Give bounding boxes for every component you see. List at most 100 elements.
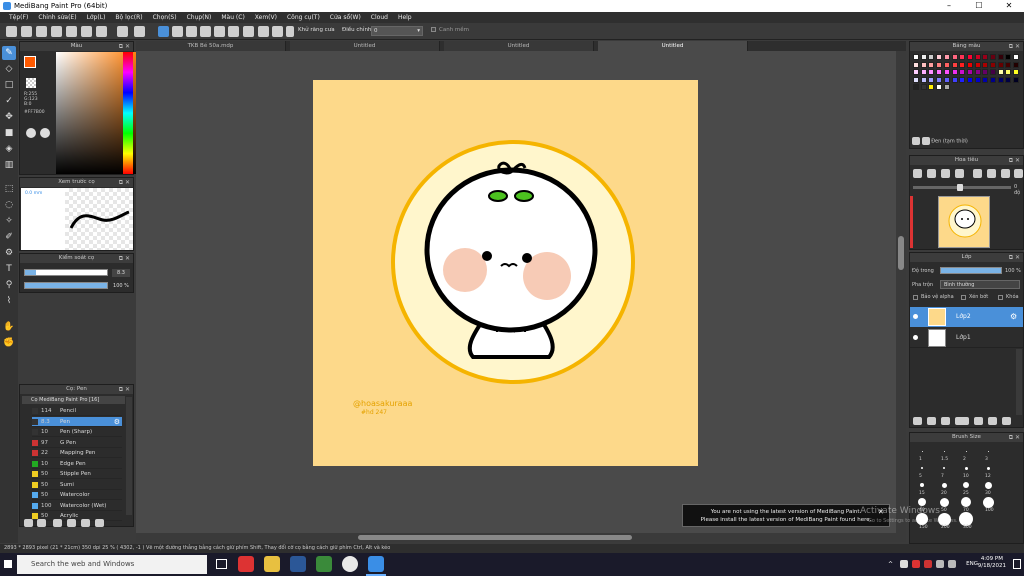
transparent-color-swatch[interactable] xyxy=(26,78,36,88)
palette-swatch[interactable] xyxy=(920,76,927,83)
palette-swatch[interactable] xyxy=(1005,61,1012,68)
new-file-icon[interactable] xyxy=(6,26,17,37)
palette-swatch[interactable] xyxy=(943,84,950,90)
brush-size-preset[interactable] xyxy=(986,466,990,470)
layer-row-lop2[interactable]: Lớp2 ⚙ xyxy=(910,307,1023,327)
delete-layer-icon[interactable] xyxy=(1002,417,1011,425)
palette-swatch[interactable] xyxy=(936,61,943,68)
navigator-thumbnail[interactable] xyxy=(938,196,990,248)
palette-swatch[interactable] xyxy=(913,76,919,83)
palette-swatch[interactable] xyxy=(982,54,989,60)
fill-tool-icon[interactable]: ◈ xyxy=(2,142,16,156)
brush-size-preset[interactable] xyxy=(921,467,923,469)
brush-size-preset[interactable] xyxy=(987,450,989,452)
horizontal-scroll-thumb[interactable] xyxy=(358,535,632,540)
menu-filter[interactable]: Bộ lọc(R) xyxy=(110,12,147,23)
palette-swatch[interactable] xyxy=(920,54,927,60)
pen-tool-icon[interactable]: ✎ xyxy=(2,46,16,60)
network-icon[interactable] xyxy=(936,560,944,568)
text-tool-icon[interactable]: T xyxy=(2,262,16,276)
menu-select[interactable]: Chọn(S) xyxy=(148,12,182,23)
taskbar-search-input[interactable]: Search the web and Windows xyxy=(17,555,207,574)
menu-view[interactable]: Xem(V) xyxy=(250,12,282,23)
snap-off-icon[interactable] xyxy=(158,26,169,37)
share-icon[interactable] xyxy=(66,26,77,37)
dot-tool-icon[interactable]: □ xyxy=(2,78,16,92)
color-wheel-icon[interactable] xyxy=(26,128,36,138)
tray-app-3-icon[interactable] xyxy=(924,560,932,568)
lasso-select-icon[interactable]: ◌ xyxy=(2,198,16,212)
foreground-color-swatch[interactable] xyxy=(24,56,36,68)
taskbar-app-red-icon[interactable] xyxy=(238,556,254,572)
palette-swatch[interactable] xyxy=(990,76,996,83)
visibility-eye-icon[interactable] xyxy=(913,335,918,340)
palette-swatch[interactable] xyxy=(966,76,973,83)
brush-size-preset[interactable] xyxy=(959,512,973,526)
brush-duplicate-icon[interactable] xyxy=(81,519,90,527)
snap-curve-icon[interactable] xyxy=(243,26,254,37)
tab-untitled-3[interactable]: Untitled xyxy=(598,41,748,51)
blend-mode-dropdown[interactable]: Bình thường xyxy=(940,280,1020,289)
palette-swatch[interactable] xyxy=(966,69,973,75)
palette-swatch[interactable] xyxy=(936,76,943,83)
brush-settings-icon[interactable] xyxy=(37,519,46,527)
magic-wand-icon[interactable]: ✧ xyxy=(2,214,16,228)
palette-swatch[interactable] xyxy=(974,69,981,75)
menu-layer[interactable]: Lớp(L) xyxy=(82,12,111,23)
palette-swatch[interactable] xyxy=(1013,76,1020,83)
brush-group-header[interactable]: Cọ MediBang Paint Pro [16] xyxy=(22,396,125,404)
tab-tkb[interactable]: TKB Bé 50a.mdp xyxy=(136,41,286,51)
new-halftone-layer-icon[interactable] xyxy=(927,417,936,425)
brush-item[interactable]: 50 Watercolor xyxy=(32,490,122,500)
brush-size-preset[interactable] xyxy=(918,498,926,506)
palette-swatch[interactable] xyxy=(951,76,958,83)
tab-untitled-1[interactable]: Untitled xyxy=(290,41,440,51)
redo-icon[interactable] xyxy=(134,26,145,37)
color-mode-icon[interactable] xyxy=(40,128,50,138)
menu-window[interactable]: Cửa sổ(W) xyxy=(325,12,366,23)
divide-tool-icon[interactable]: ⚙ xyxy=(2,246,16,260)
file-explorer-icon[interactable] xyxy=(264,556,280,572)
palette-swatch[interactable] xyxy=(974,76,981,83)
cloud-icon[interactable] xyxy=(51,26,62,37)
snap-radial-icon[interactable] xyxy=(214,26,225,37)
menu-cloud[interactable]: Cloud xyxy=(366,12,393,23)
move-tool-icon[interactable]: ✥ xyxy=(2,110,16,124)
brush-item[interactable]: 10 Edge Pen xyxy=(32,459,122,469)
tray-app-2-icon[interactable] xyxy=(912,560,920,568)
snap-vanish-icon[interactable] xyxy=(200,26,211,37)
brush-item[interactable]: 97 G Pen xyxy=(32,438,122,448)
palette-swatch[interactable] xyxy=(951,69,958,75)
snap-cross-icon[interactable] xyxy=(186,26,197,37)
layers-scrollbar[interactable] xyxy=(1016,349,1022,415)
input-language[interactable]: ENG xyxy=(966,561,978,567)
palette-swatch[interactable] xyxy=(997,69,1004,75)
hue-slider[interactable] xyxy=(123,52,133,174)
maximize-button[interactable]: ☐ xyxy=(964,0,994,12)
zoom-in-icon[interactable] xyxy=(927,169,936,178)
select-pen-icon[interactable]: ✓ xyxy=(2,94,16,108)
brush-size-preset[interactable] xyxy=(939,497,949,507)
layer-folder-icon[interactable] xyxy=(974,417,983,425)
new-layer-menu-icon[interactable] xyxy=(955,417,969,425)
palette-swatch[interactable] xyxy=(920,84,927,90)
volume-icon[interactable] xyxy=(948,560,956,568)
medibang-icon[interactable] xyxy=(368,556,384,572)
notification-center-icon[interactable] xyxy=(1013,559,1021,569)
brush-add-icon[interactable] xyxy=(24,519,33,527)
palette-swatch[interactable] xyxy=(913,84,919,90)
palette-swatch[interactable] xyxy=(928,61,935,68)
minimize-button[interactable]: – xyxy=(934,0,964,12)
menu-edit[interactable]: Chỉnh sửa(E) xyxy=(33,12,81,23)
brush-item[interactable]: 114 Pencil xyxy=(32,406,122,416)
palette-swatch[interactable] xyxy=(997,54,1004,60)
palette-swatch[interactable] xyxy=(936,69,943,75)
actual-size-icon[interactable] xyxy=(955,169,964,178)
palette-swatch[interactable] xyxy=(913,69,919,75)
windows-start-icon[interactable] xyxy=(4,560,12,568)
brush-delete-icon[interactable] xyxy=(95,519,104,527)
brush-size-preset[interactable] xyxy=(941,482,947,488)
shape-tool-icon[interactable]: ■ xyxy=(2,126,16,140)
brush-size-preset[interactable] xyxy=(965,450,967,452)
rect-select-icon[interactable]: ⬚ xyxy=(2,182,16,196)
